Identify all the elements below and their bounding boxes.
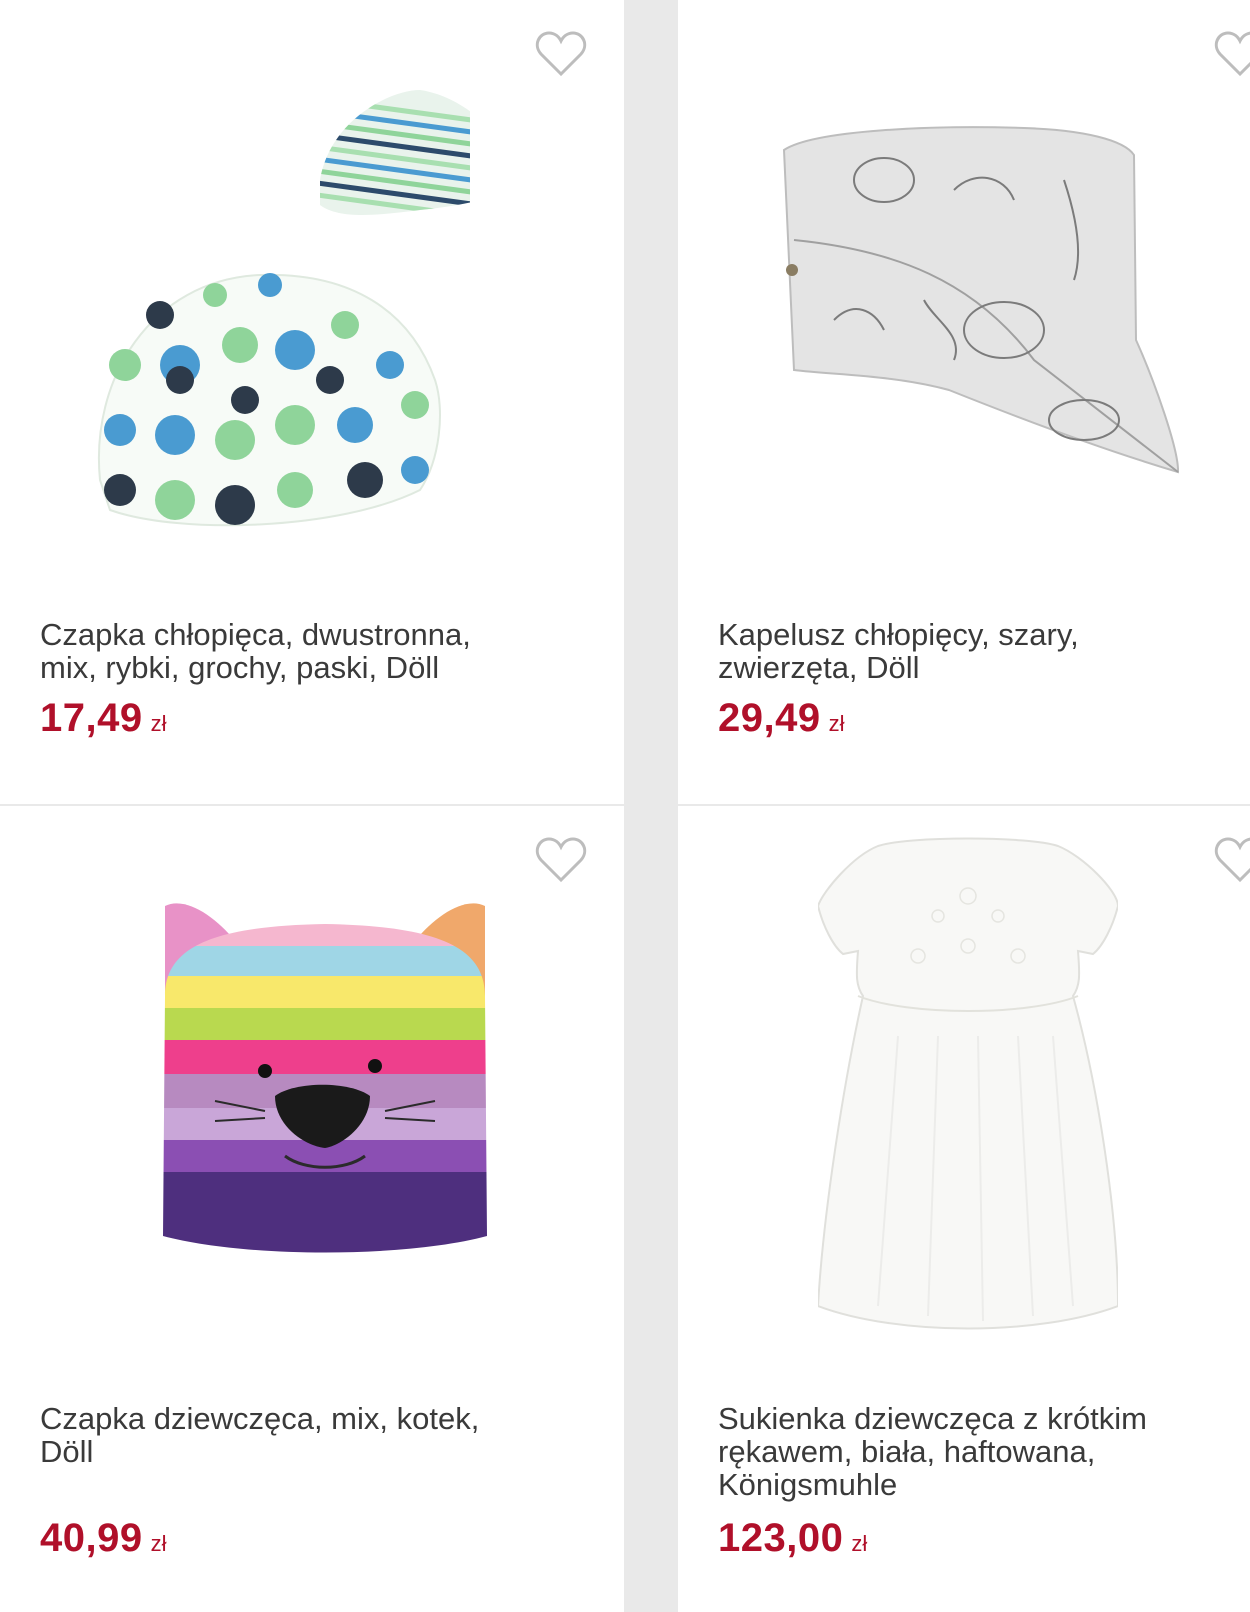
product-grid: Czapka chłopięca, dwustronna, mix, rybki… xyxy=(0,0,1250,1612)
price-currency: zł xyxy=(150,1531,167,1556)
product-card[interactable]: Kapelusz chłopięcy, szary, zwierzęta, Dö… xyxy=(678,0,1250,804)
price-currency: zł xyxy=(828,711,845,736)
product-price: 123,00 zł xyxy=(718,1516,867,1561)
product-card[interactable]: Sukienka dziewczęca z krótkim rękawem, b… xyxy=(678,806,1250,1612)
product-title[interactable]: Sukienka dziewczęca z krótkim rękawem, b… xyxy=(718,1402,1218,1501)
product-image-cat-beanie[interactable] xyxy=(155,886,495,1266)
product-title[interactable]: Kapelusz chłopięcy, szary, zwierzęta, Dö… xyxy=(718,618,1218,684)
price-currency: zł xyxy=(851,1531,868,1556)
price-amount: 123,00 xyxy=(718,1516,844,1560)
wishlist-heart-icon[interactable] xyxy=(535,836,587,884)
product-price: 17,49 zł xyxy=(40,696,167,741)
price-amount: 17,49 xyxy=(40,696,143,740)
wishlist-heart-icon[interactable] xyxy=(1214,836,1250,884)
price-currency: zł xyxy=(150,711,167,736)
product-title[interactable]: Czapka dziewczęca, mix, kotek, Döll xyxy=(40,1402,540,1468)
wishlist-heart-icon[interactable] xyxy=(535,30,587,78)
product-card[interactable]: Czapka dziewczęca, mix, kotek, Döll 40,9… xyxy=(0,806,624,1612)
product-price: 40,99 zł xyxy=(40,1516,167,1561)
product-image-white-dress[interactable] xyxy=(818,836,1118,1356)
price-amount: 40,99 xyxy=(40,1516,143,1560)
product-title[interactable]: Czapka chłopięca, dwustronna, mix, rybki… xyxy=(40,618,540,684)
wishlist-heart-icon[interactable] xyxy=(1214,30,1250,78)
product-image-grey-hat[interactable] xyxy=(774,120,1194,480)
product-price: 29,49 zł xyxy=(718,696,845,741)
price-amount: 29,49 xyxy=(718,696,821,740)
product-card[interactable]: Czapka chłopięca, dwustronna, mix, rybki… xyxy=(0,0,624,804)
product-image-reversible-beanie[interactable] xyxy=(90,80,470,560)
